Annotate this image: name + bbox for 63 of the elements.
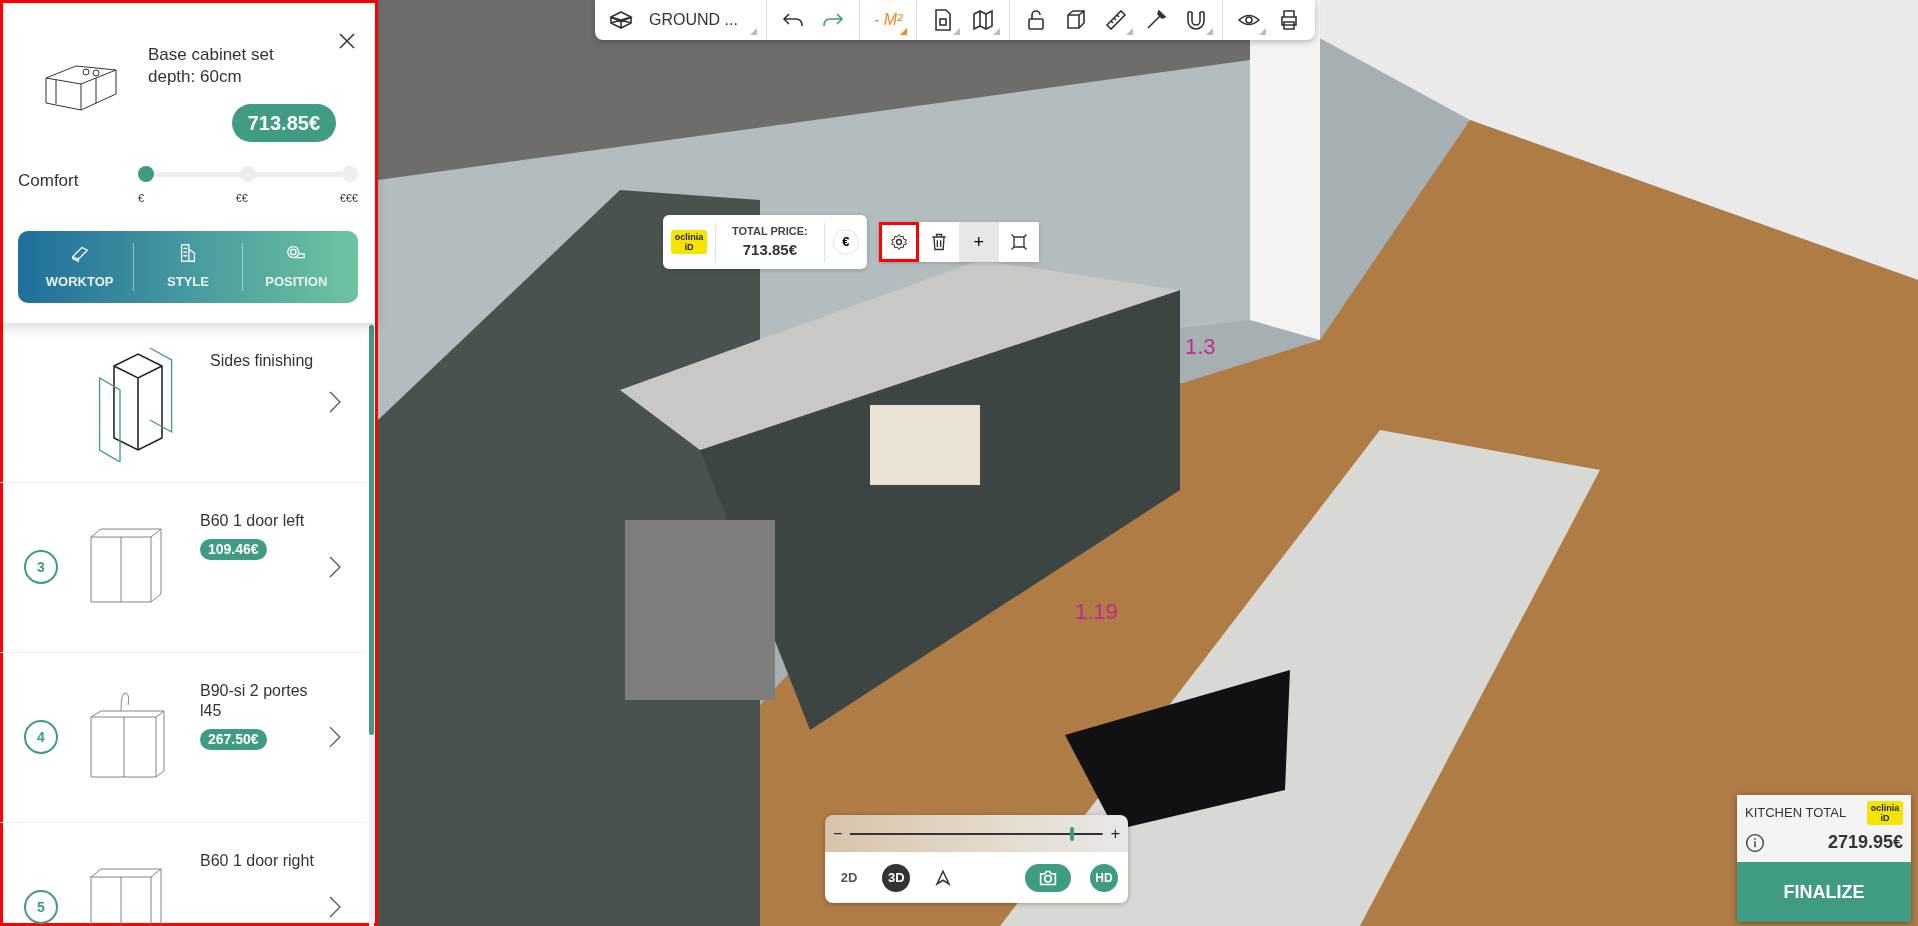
stop-label: €€€	[339, 191, 358, 206]
settings-button[interactable]	[878, 222, 919, 262]
chevron-right-icon	[328, 390, 342, 414]
currency-button[interactable]: €	[832, 229, 859, 255]
menu-corner-icon	[953, 28, 961, 35]
slider-thumb[interactable]	[1070, 826, 1075, 841]
chevron-right-icon	[328, 555, 342, 579]
menu-corner-icon	[1206, 28, 1214, 35]
slider-stop[interactable]	[138, 166, 154, 182]
menu-corner-icon	[749, 28, 757, 35]
close-icon	[338, 31, 356, 50]
resize-button[interactable]	[998, 222, 1039, 262]
total-price: 713.85€	[741, 240, 798, 260]
stop-label: €	[138, 191, 145, 206]
list-item[interactable]: 3 B60 1 door left 109.46€	[0, 482, 366, 653]
list-item[interactable]: 4 B90-si 2 portes l45 267.50€	[0, 652, 366, 823]
camera-icon	[1037, 869, 1058, 888]
add-button[interactable]: +	[958, 222, 999, 262]
view-mode-button[interactable]: 3D	[882, 863, 911, 892]
scrollbar-thumb[interactable]	[369, 324, 374, 735]
comfort-slider[interactable]: € €€ €€€	[138, 166, 358, 207]
total-label: KITCHEN TOTAL	[1745, 804, 1847, 823]
item-title: Sides finishing	[210, 350, 315, 371]
delete-button[interactable]	[918, 222, 959, 262]
item-title: B60 1 door right	[200, 850, 315, 871]
price-badge: 713.85€	[231, 104, 336, 142]
item-title: B60 1 door left	[200, 510, 306, 531]
floor-select-button[interactable]: GROUND ...	[643, 2, 758, 38]
item-title: Base cabinet set depth: 60cm	[148, 44, 275, 88]
dimension-label: 1.3	[1185, 333, 1216, 361]
item-number: 4	[24, 720, 58, 754]
chevron-right-icon	[328, 725, 342, 749]
list-item[interactable]: 5 B60 1 door right	[0, 822, 366, 926]
chevron-right-icon	[328, 895, 342, 919]
price-badge: 109.46€	[200, 538, 267, 560]
zoom-in-button[interactable]: +	[1110, 821, 1120, 846]
menu-corner-icon	[1259, 28, 1267, 35]
brand-logo: oclinia iD	[1867, 801, 1903, 825]
stop-label: €€	[235, 191, 248, 206]
tab[interactable]: WORKTOP	[26, 230, 134, 303]
list-item[interactable]: Sides finishing	[0, 322, 366, 483]
ruler-icon	[1104, 8, 1129, 32]
brand-logo: oclinia iD	[671, 230, 707, 254]
navigation-arrow-icon	[933, 869, 952, 888]
plan-box-icon	[609, 8, 633, 32]
price-badge: 267.50€	[200, 728, 267, 750]
menu-corner-icon	[1126, 28, 1134, 35]
view-mode-button[interactable]: 2D	[835, 863, 863, 892]
item-title: B90-si 2 portes l45	[200, 680, 309, 721]
dimension-label: 1.19	[1075, 598, 1118, 626]
item-number: 5	[24, 890, 58, 924]
frame-icon	[1008, 232, 1029, 252]
camera-button[interactable]	[1024, 863, 1071, 892]
menu-corner-icon	[900, 28, 908, 35]
info-icon[interactable]	[1745, 832, 1765, 853]
menu-corner-icon	[993, 28, 1001, 35]
item-number: 3	[24, 550, 58, 584]
total-price-label: TOTAL PRICE:	[732, 223, 808, 239]
zoom-out-button[interactable]: −	[833, 821, 843, 846]
comfort-label: Comfort	[18, 170, 80, 192]
settings-icon	[888, 232, 909, 252]
total-amount: 2719.95€	[1827, 831, 1903, 854]
map-icon	[971, 8, 996, 32]
